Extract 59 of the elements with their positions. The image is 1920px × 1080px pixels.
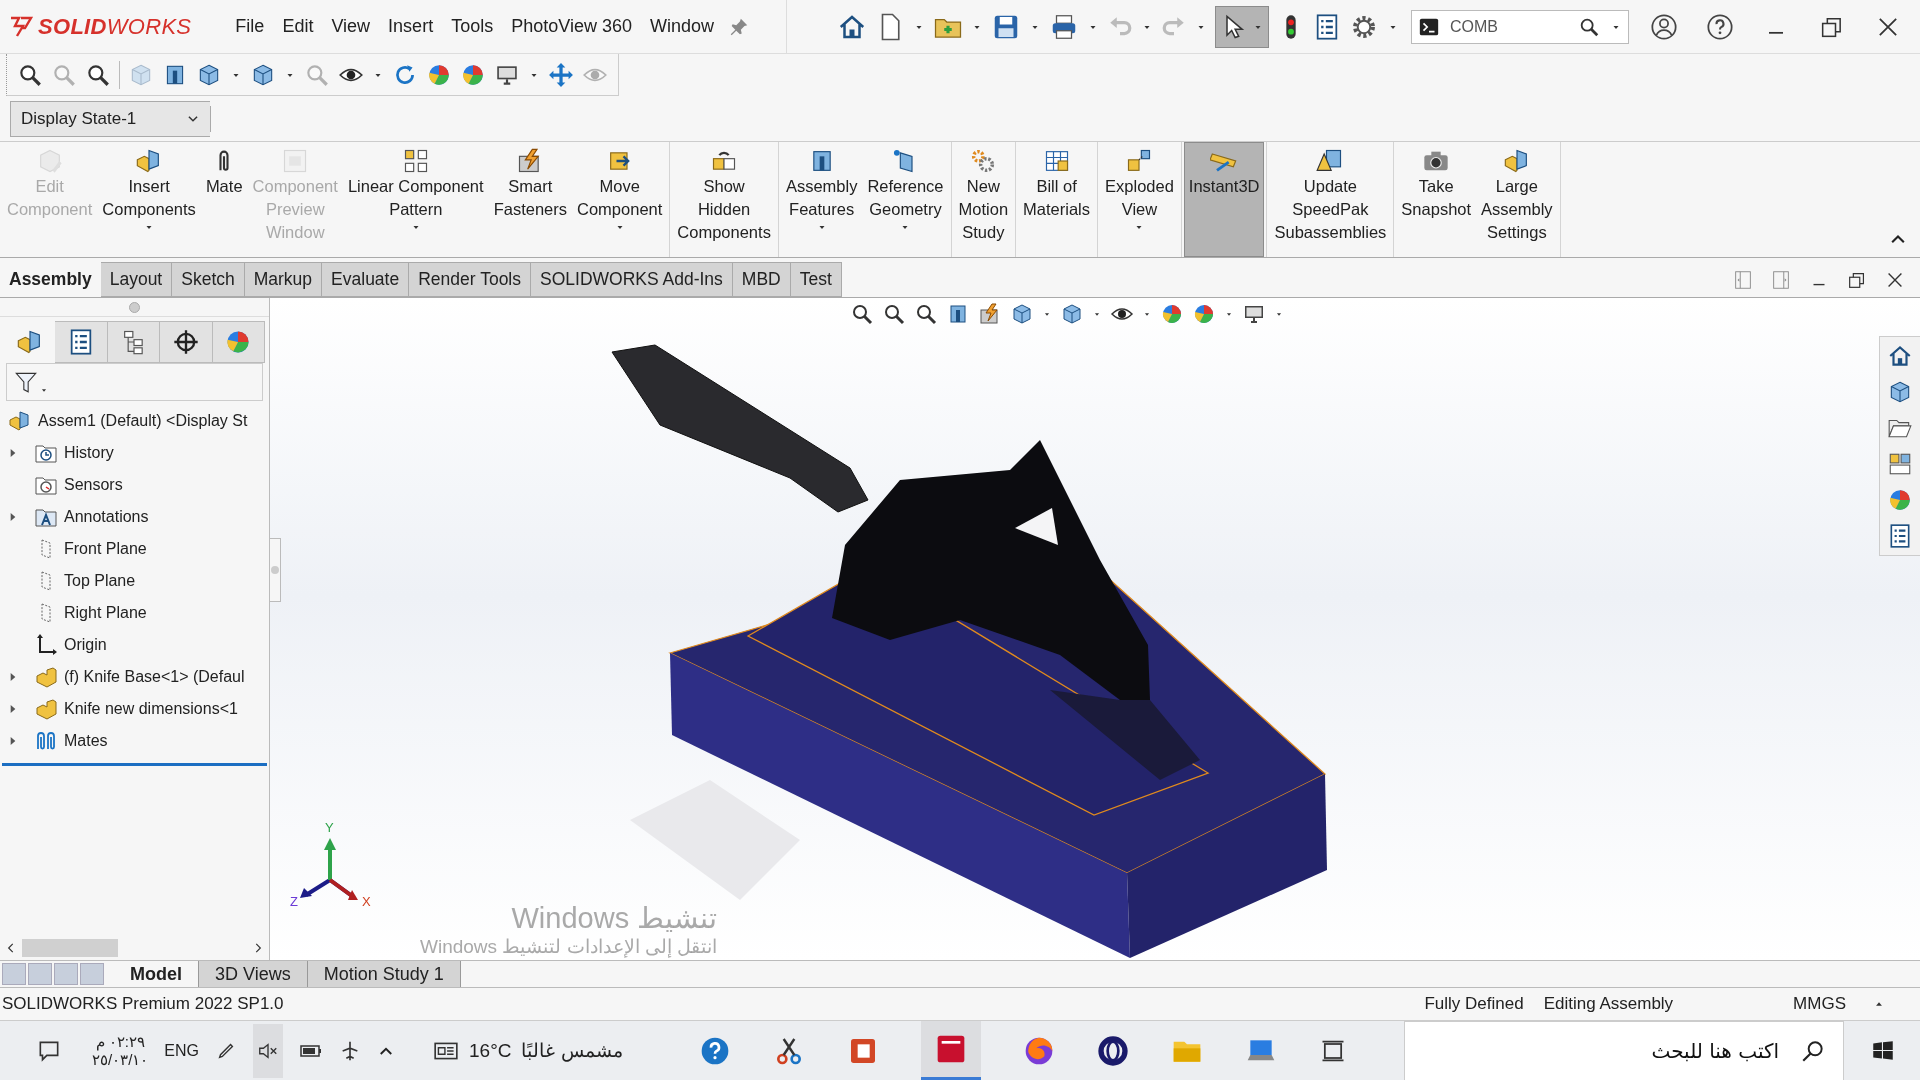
tab[interactable]: Sketch bbox=[172, 262, 245, 297]
ribbon-button[interactable]: Exploded View bbox=[1100, 142, 1179, 257]
ribbon-button[interactable]: Reference Geometry bbox=[862, 142, 949, 257]
search-value: COMB bbox=[1449, 17, 1499, 36]
ribbon-button[interactable]: Bill of Materials bbox=[1018, 142, 1096, 257]
tree-item[interactable]: History bbox=[64, 444, 114, 462]
ribbon-button[interactable]: Smart Fasteners bbox=[488, 142, 572, 257]
ribbon-button[interactable]: New Motion Study bbox=[953, 142, 1014, 257]
menu-item[interactable]: PhotoView 360 bbox=[511, 16, 632, 37]
tree-item[interactable]: Right Plane bbox=[64, 604, 147, 622]
tree-item[interactable]: (f) Knife Base<1> (Defaul bbox=[64, 668, 245, 686]
ribbon-button[interactable]: Insert Components bbox=[97, 142, 201, 257]
tab[interactable]: MBD bbox=[732, 262, 791, 297]
menu-item[interactable]: View bbox=[331, 16, 371, 37]
tab[interactable]: Motion Study 1 bbox=[307, 961, 461, 987]
menu-item[interactable]: File bbox=[235, 16, 265, 37]
tree-item[interactable]: Annotations bbox=[64, 508, 149, 526]
ribbon-button[interactable]: Linear Component Pattern bbox=[342, 142, 489, 257]
ribbon-button[interactable]: Take Snapshot bbox=[1396, 142, 1477, 257]
menu-item[interactable]: Window bbox=[649, 16, 714, 37]
ribbon-button[interactable]: Instant3D bbox=[1183, 142, 1265, 257]
tree-item[interactable]: Sensors bbox=[64, 476, 123, 494]
tab[interactable]: SOLIDWORKS Add-Ins bbox=[531, 262, 733, 297]
tab[interactable]: Test bbox=[790, 262, 842, 297]
ribbon-button[interactable]: Move Component bbox=[572, 142, 668, 257]
units-button[interactable]: MMGS bbox=[1793, 994, 1846, 1014]
menu-item[interactable]: Insert bbox=[388, 16, 434, 37]
tree-item[interactable]: Assem1 (Default) <Display St bbox=[38, 412, 248, 430]
tree-item[interactable]: Front Plane bbox=[64, 540, 147, 558]
tab[interactable]: Layout bbox=[100, 262, 173, 297]
tree-item[interactable]: Origin bbox=[64, 636, 107, 654]
ribbon-button[interactable]: Large Assembly Settings bbox=[1476, 142, 1558, 257]
language-indicator[interactable]: ENG bbox=[164, 1041, 199, 1060]
status-text: Editing Assembly bbox=[1543, 994, 1674, 1014]
tab[interactable]: Evaluate bbox=[322, 262, 410, 297]
status-text: SOLIDWORKS Premium 2022 SP1.0 bbox=[2, 994, 284, 1014]
app-logo: SOLIDWORKS bbox=[38, 13, 192, 40]
tree-item[interactable]: Mates bbox=[64, 732, 108, 750]
tab[interactable]: Markup bbox=[244, 262, 323, 297]
display-state-dropdown[interactable]: Display State-1 bbox=[10, 100, 210, 137]
menu-item[interactable]: Edit bbox=[282, 16, 314, 37]
menu-item[interactable]: Tools bbox=[451, 16, 494, 37]
ribbon-button[interactable]: Assembly Features bbox=[780, 142, 863, 257]
tab[interactable]: 3D Views bbox=[199, 961, 308, 987]
dropdown-value: Display State-1 bbox=[21, 108, 137, 129]
tab[interactable]: Render Tools bbox=[409, 262, 531, 297]
clock[interactable]: ٠٢:٢٩ م ٢٥/٠٣/١٠ bbox=[92, 1032, 149, 1069]
tree-item[interactable]: Knife new dimensions<1 bbox=[64, 700, 238, 718]
axis-label: Z bbox=[290, 894, 298, 909]
ribbon-button[interactable]: Show Hidden Components bbox=[672, 142, 776, 257]
axis-label: X bbox=[362, 894, 371, 909]
tree-item[interactable]: Top Plane bbox=[64, 572, 136, 590]
status-text: Fully Defined bbox=[1424, 994, 1524, 1014]
ribbon-button[interactable]: Mate bbox=[200, 142, 248, 257]
search-field[interactable]: اكتب هنا للبحث bbox=[1404, 1020, 1844, 1080]
activation-title: تنشيط Windows bbox=[511, 901, 718, 935]
ribbon-button[interactable]: Update SpeedPak Subassemblies bbox=[1269, 142, 1392, 257]
search-field[interactable]: COMB bbox=[1410, 9, 1629, 44]
axis-label: Y bbox=[325, 820, 334, 835]
